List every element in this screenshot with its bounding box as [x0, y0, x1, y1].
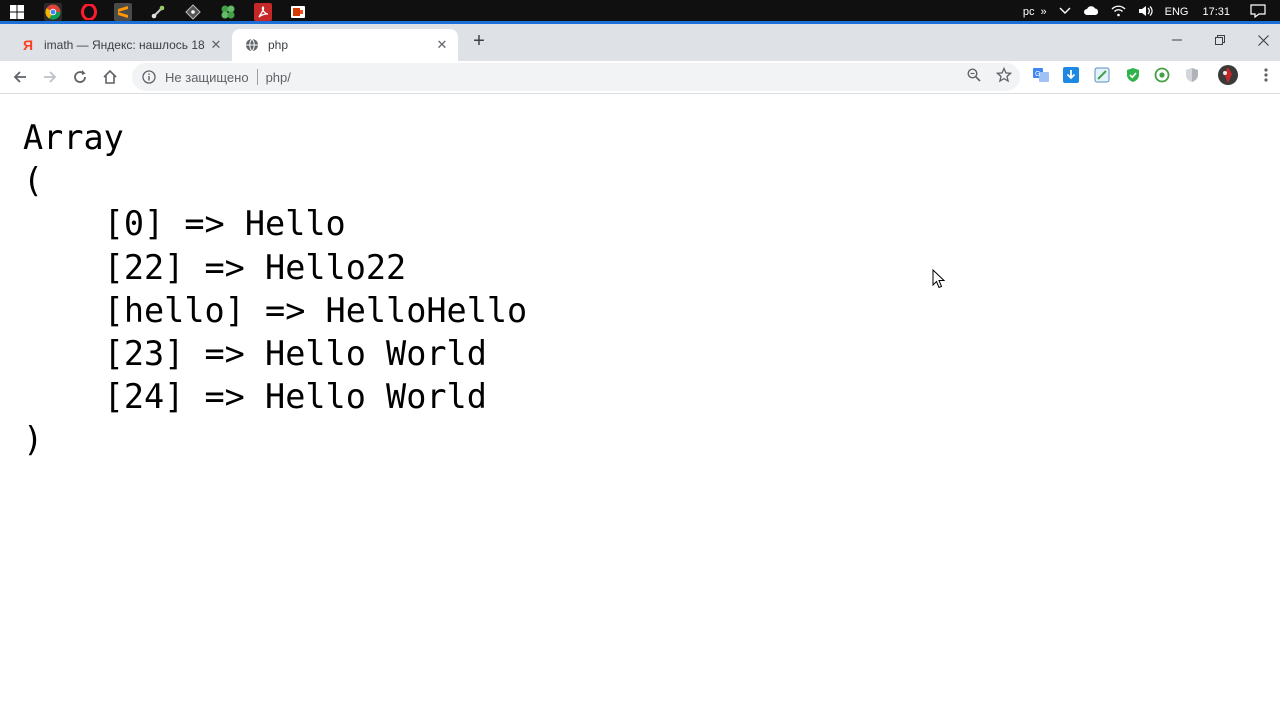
acrobat-icon[interactable]	[254, 3, 272, 21]
input-lang-short[interactable]: рс	[1023, 6, 1035, 18]
divider	[256, 69, 258, 85]
output-line: [22] => Hello22	[23, 247, 407, 287]
chrome-icon[interactable]	[44, 3, 62, 21]
output-line: )	[23, 420, 44, 460]
tab-yandex[interactable]: Я imath — Яндекс: нашлось 18 ты ✕	[8, 29, 232, 61]
clock[interactable]: 17:31	[1202, 6, 1230, 18]
browser-toolbar: Не защищено php/ G	[0, 61, 1280, 94]
output-line: [24] => Hello World	[23, 377, 487, 417]
ms-office-icon[interactable]	[289, 3, 307, 21]
language-indicator[interactable]: ENG	[1165, 6, 1189, 18]
back-button[interactable]	[8, 65, 32, 89]
profile-avatar[interactable]	[1217, 64, 1239, 86]
tab-strip: Я imath — Яндекс: нашлось 18 ты ✕ php ✕	[0, 24, 1280, 61]
bookmark-star-icon[interactable]	[996, 67, 1012, 83]
mouse-pointer-icon	[932, 268, 946, 294]
home-button[interactable]	[98, 65, 122, 89]
globe-icon	[244, 37, 260, 53]
minimize-button[interactable]	[1155, 24, 1199, 56]
tab-php[interactable]: php ✕	[232, 29, 458, 61]
onedrive-cloud-icon[interactable]	[1083, 5, 1099, 19]
tray-overflow[interactable]: »	[1041, 6, 1047, 18]
svg-text:G: G	[1035, 71, 1040, 78]
restore-button[interactable]	[1198, 24, 1242, 56]
close-window-button[interactable]	[1241, 24, 1280, 56]
forward-button[interactable]	[38, 65, 62, 89]
security-status[interactable]: Не защищено	[165, 70, 249, 85]
notifications-icon[interactable]	[1250, 3, 1266, 21]
output-line: Array	[23, 118, 124, 157]
windows-start-icon[interactable]	[8, 3, 26, 21]
sublime-icon[interactable]	[114, 3, 132, 21]
output-line: [23] => Hello World	[23, 334, 487, 374]
output-line: (	[23, 161, 44, 201]
opera-icon[interactable]	[80, 3, 98, 21]
privacy-extension-icon[interactable]	[1184, 67, 1200, 83]
volume-icon[interactable]	[1138, 5, 1153, 20]
url-text[interactable]: php/	[266, 70, 291, 85]
tab-title: imath — Яндекс: нашлось 18 ты	[44, 38, 206, 52]
translate-extension-icon[interactable]: G	[1033, 67, 1049, 83]
zoom-icon[interactable]	[966, 67, 982, 83]
address-bar[interactable]: Не защищено php/	[132, 63, 1020, 91]
svg-text:Я: Я	[23, 38, 33, 52]
shield-extension-icon[interactable]	[1125, 67, 1141, 83]
info-icon[interactable]	[141, 69, 157, 85]
screenshot-extension-icon[interactable]	[1094, 67, 1110, 83]
new-tab-button[interactable]: +	[468, 30, 490, 52]
close-tab-icon[interactable]: ✕	[206, 37, 226, 53]
chevron-up-icon[interactable]	[1059, 6, 1071, 18]
clover-icon[interactable]	[219, 3, 237, 21]
wifi-icon[interactable]	[1111, 5, 1126, 20]
download-extension-icon[interactable]	[1063, 67, 1079, 83]
git-gui-icon[interactable]	[149, 3, 167, 21]
record-extension-icon[interactable]	[1154, 67, 1170, 83]
close-tab-icon[interactable]: ✕	[432, 37, 452, 53]
output-line: [0] => Hello	[23, 204, 346, 244]
print-r-output: Array ( [0] => Hello [22] => Hello22 [he…	[23, 116, 527, 462]
git-icon[interactable]	[184, 3, 202, 21]
yandex-favicon: Я	[20, 37, 36, 53]
page-viewport: Array ( [0] => Hello [22] => Hello22 [he…	[0, 94, 1280, 720]
reload-button[interactable]	[68, 65, 92, 89]
menu-kebab-icon[interactable]	[1258, 67, 1274, 83]
output-line: [hello] => HelloHello	[23, 290, 528, 330]
tab-title: php	[268, 38, 289, 52]
